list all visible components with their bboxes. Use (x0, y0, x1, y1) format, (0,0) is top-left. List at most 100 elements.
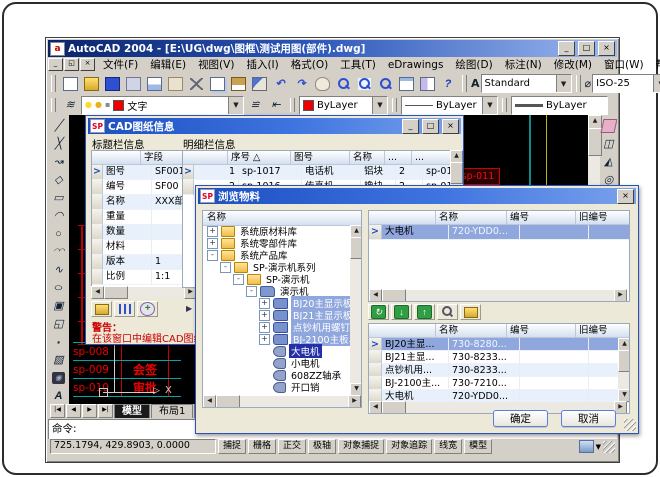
column-header[interactable]: 旧编号 (576, 211, 630, 225)
toolbar-grip[interactable] (462, 75, 467, 91)
selected-table-hscrollbar[interactable]: ◀ ▶ (369, 290, 627, 301)
mdi-minimize-button[interactable]: _ (48, 58, 63, 71)
scrollbar-thumb[interactable] (216, 395, 240, 408)
refresh-button[interactable] (368, 304, 389, 320)
layout-tab[interactable]: 布局1 (151, 404, 193, 418)
publish-button[interactable] (165, 74, 185, 93)
status-toggle[interactable]: 模型 (464, 439, 492, 454)
menu-item[interactable]: 编辑(E) (144, 57, 192, 72)
menu-item[interactable]: 帮助(H) (650, 57, 660, 72)
column-header[interactable]: ... (412, 151, 452, 165)
table-row[interactable]: > 大电机 720-YDD0... (369, 225, 629, 240)
titleblock-hscrollbar[interactable]: ◀ ▶ (91, 287, 197, 298)
table-row[interactable]: BJ-2100主... 730-7210... (369, 377, 629, 390)
status-toggle[interactable]: 线宽 (434, 439, 462, 454)
column-header[interactable]: 旧编号 (576, 324, 630, 338)
tree-expand-toggle[interactable]: - (220, 262, 231, 273)
tree-item[interactable]: 608ZZ轴承 (203, 369, 350, 381)
status-toggle[interactable]: 对象追踪 (386, 439, 432, 454)
undo-button[interactable] (270, 74, 290, 93)
menu-item[interactable]: 文件(F) (97, 57, 144, 72)
chevron-down-icon[interactable]: ▼ (482, 97, 497, 114)
toolbar-grip[interactable] (576, 75, 581, 91)
tree-expand-toggle[interactable]: + (207, 226, 218, 237)
mtext-button[interactable] (49, 387, 68, 404)
tree-expand-toggle[interactable]: - (207, 250, 218, 261)
dialog-maximize-button[interactable]: □ (422, 119, 439, 134)
tree-item[interactable]: 开口销 (203, 381, 350, 393)
tree-item[interactable]: 大电机 (203, 345, 350, 357)
copy-button[interactable] (207, 74, 227, 93)
minimize-button[interactable]: _ (558, 41, 575, 56)
layer-previous-button[interactable]: ⇤ (266, 96, 286, 115)
status-toggle[interactable]: 正交 (278, 439, 306, 454)
column-header[interactable]: 序号 △ (228, 151, 291, 165)
construction-line-button[interactable] (49, 135, 68, 153)
column-header[interactable]: 编号 (507, 211, 576, 225)
table-row[interactable]: > BJ20主显... 730-8280... (369, 338, 629, 351)
pan-button[interactable] (312, 74, 332, 93)
tree-item[interactable]: - SP-演示机 (203, 273, 350, 285)
dialog-close-button[interactable]: × (617, 189, 634, 204)
tree-header[interactable]: 名称 (203, 211, 361, 226)
column-header[interactable]: 图号 (291, 151, 350, 165)
column-header[interactable]: 名称 (436, 324, 507, 338)
window-resize-grip[interactable] (603, 441, 615, 453)
menu-item[interactable]: 插入(I) (240, 57, 284, 72)
line-button[interactable] (49, 117, 68, 135)
tree-expand-toggle[interactable]: + (207, 238, 218, 249)
tab-next-button[interactable]: ▶ (82, 404, 97, 418)
text-style-combo[interactable]: Standard ▼ (481, 74, 572, 93)
toolbar-grip[interactable] (51, 75, 56, 91)
dialog-minimize-button[interactable]: _ (402, 119, 419, 134)
menu-item[interactable]: 绘图(D) (449, 57, 498, 72)
make-block-button[interactable] (49, 315, 68, 333)
search-button[interactable] (437, 304, 458, 320)
scroll-left-icon[interactable]: ◀ (91, 286, 104, 299)
column-header[interactable] (369, 211, 436, 225)
open-folder-button[interactable] (460, 304, 481, 320)
column-header[interactable]: 名称 (350, 151, 385, 165)
table-row[interactable]: 点钞机用... 730-8233... (369, 364, 629, 377)
menu-item[interactable]: 工具(T) (334, 57, 382, 72)
chevron-down-icon[interactable]: ▼ (228, 97, 243, 114)
open-button[interactable] (81, 74, 101, 93)
rectangle-button[interactable] (49, 189, 68, 207)
title-bar[interactable]: a AutoCAD 2004 - [E:\UG\dwg\图框\测试用图(部件).… (48, 40, 617, 57)
tree-expand-toggle[interactable]: + (259, 334, 270, 345)
scrollbar-thumb[interactable] (382, 289, 406, 302)
chevron-down-icon[interactable]: ▼ (653, 75, 660, 92)
status-toggle[interactable]: 对象捕捉 (338, 439, 384, 454)
matchprop-button[interactable] (249, 74, 269, 93)
chevron-down-icon[interactable]: ▼ (372, 97, 387, 114)
linetype-combo[interactable]: ByLayer ▼ (401, 96, 498, 115)
scroll-left-icon[interactable]: ◀ (369, 401, 382, 414)
add-field-button[interactable] (137, 301, 158, 317)
tree-expand-toggle[interactable]: + (259, 310, 270, 321)
columns-button[interactable] (114, 301, 135, 317)
status-toggle[interactable]: 栅格 (248, 439, 276, 454)
zoom-window-button[interactable] (354, 74, 374, 93)
open-record-button[interactable] (91, 301, 112, 317)
toolbar-grip[interactable] (51, 98, 56, 112)
tree-expand-toggle[interactable]: + (259, 322, 270, 333)
layer-manager-button[interactable]: ≋ (60, 96, 80, 115)
help-button[interactable] (438, 74, 458, 93)
status-toggle[interactable]: 捕捉 (218, 439, 246, 454)
new-button[interactable] (60, 74, 80, 93)
selected-material-table[interactable]: 名称编号旧编号英文名称 > 大电机 720-YDD0... ◀ ▶ (368, 210, 630, 302)
column-header[interactable] (92, 151, 141, 165)
menu-item[interactable]: 窗口(W) (598, 57, 650, 72)
camera-button[interactable] (49, 369, 68, 387)
polygon-button[interactable] (49, 171, 68, 189)
scroll-right-icon[interactable]: ▶ (614, 289, 627, 302)
erase-button[interactable] (601, 117, 617, 135)
maximize-button[interactable]: □ (578, 41, 595, 56)
tree-vscrollbar[interactable]: ▲ ▼ (350, 225, 361, 396)
scroll-right-icon[interactable]: ▶ (348, 395, 361, 408)
revision-cloud-button[interactable] (49, 243, 68, 261)
column-header[interactable] (369, 324, 436, 338)
move-up-button[interactable] (414, 304, 435, 320)
mdi-restore-button[interactable]: ◱ (64, 58, 79, 71)
make-layer-current-button[interactable]: ≌ (245, 96, 265, 115)
